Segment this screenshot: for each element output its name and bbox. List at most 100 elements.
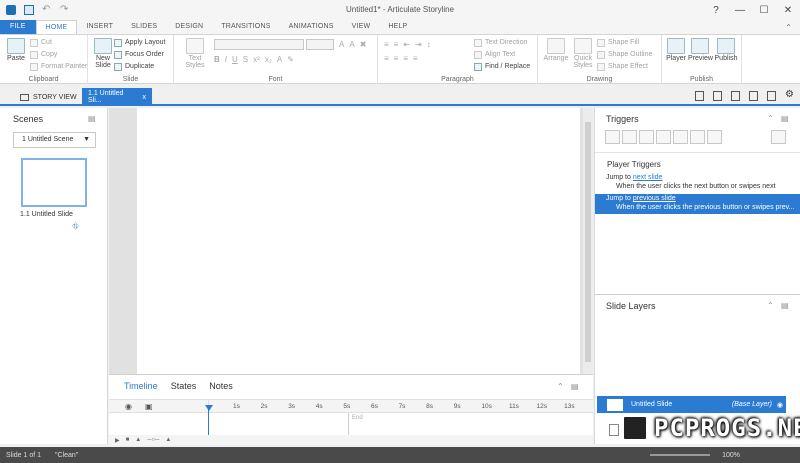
story-view-tab[interactable]: STORY VIEW [14,88,83,106]
superscript-icon[interactable]: x² [253,55,260,64]
tab-file[interactable]: FILE [0,20,36,34]
trigger-settings-icon[interactable] [771,130,786,144]
zoom-out-icon[interactable]: ▲ [135,437,141,443]
tab-home[interactable]: HOME [35,20,78,34]
shape-fill-button[interactable]: Shape Fill [597,37,639,48]
trigger-target-link[interactable]: previous slide [633,195,676,202]
shape-outline-button[interactable]: Shape Outline [597,49,652,60]
slide-tab[interactable]: 1.1 Untitled Sli... x [82,88,152,106]
bold-icon[interactable]: B [214,55,220,64]
quick-styles-button[interactable]: Quick Styles [570,38,596,69]
undo-icon[interactable] [42,5,52,15]
underline-icon[interactable]: U [232,55,238,64]
line-spacing-icon[interactable]: ↕ [427,40,431,49]
tab-transitions[interactable]: TRANSITIONS [212,20,279,34]
italic-icon[interactable]: I [225,55,227,64]
arrange-button[interactable]: Arrange [542,38,570,62]
phone-icon[interactable] [767,91,776,101]
publish-button[interactable]: Publish [713,38,739,62]
cut-button[interactable]: Cut [30,37,52,48]
clear-format-icon[interactable]: ✖ [360,40,367,49]
move-up-icon[interactable] [690,130,705,144]
align-text-button[interactable]: Align Text [474,49,515,60]
shape-effect-button[interactable]: Shape Effect [597,61,648,72]
move-down-icon[interactable] [707,130,722,144]
zoom-in-icon[interactable]: ▲ [165,437,171,443]
pin-panel-icon[interactable]: ▤ [88,114,96,123]
zoom-slider-track[interactable] [650,454,710,456]
tab-notes[interactable]: Notes [209,381,233,391]
new-slide-button[interactable]: New Slide [91,38,115,69]
visibility-eye-icon[interactable]: ◉ [777,401,783,409]
tab-animations[interactable]: ANIMATIONS [280,20,343,34]
format-painter-button[interactable]: Format Painter [30,61,87,72]
zoom-slider[interactable]: ─○─ [147,437,159,443]
close-button[interactable]: ✕ [776,0,800,20]
delete-trigger-icon[interactable] [673,130,688,144]
font-size-dropdown[interactable] [306,39,334,50]
minimize-button[interactable]: — [728,0,752,20]
paste-button[interactable]: Paste [4,38,28,62]
find-replace-button[interactable]: Find / Replace [474,61,530,72]
tab-view[interactable]: VIEW [343,20,380,34]
copy-trigger-icon[interactable] [639,130,654,144]
timeline-end-marker[interactable] [348,413,349,435]
align-left-icon[interactable]: ≡ [384,54,389,63]
player-button[interactable]: Player [664,38,688,62]
highlight-icon[interactable]: ✎ [287,55,294,64]
zoom-level[interactable]: 100% [722,452,740,459]
font-family-dropdown[interactable] [214,39,304,50]
paste-trigger-icon[interactable] [656,130,671,144]
apply-layout-button[interactable]: Apply Layout [114,37,165,48]
pin-layers-icon[interactable]: ▤ [781,301,789,310]
font-color-icon[interactable]: A [277,55,282,64]
scrollbar-thumb[interactable] [585,122,591,362]
grow-font-icon[interactable]: A [339,40,344,49]
stop-icon[interactable]: ■ [126,437,130,443]
focus-order-button[interactable]: Focus Order [114,49,164,60]
slide-thumbnail[interactable] [21,158,87,207]
align-right-icon[interactable]: ≡ [403,54,408,63]
duplicate-button[interactable]: Duplicate [114,61,154,72]
tab-help[interactable]: HELP [379,20,416,34]
align-center-icon[interactable]: ≡ [394,54,399,63]
panel-divider[interactable] [595,294,800,295]
shrink-font-icon[interactable]: A [349,40,354,49]
new-trigger-icon[interactable] [605,130,620,144]
tab-design[interactable]: DESIGN [166,20,212,34]
save-icon[interactable] [24,5,34,15]
gear-icon[interactable]: ⚙ [785,90,794,101]
desktop-icon[interactable] [695,91,704,101]
tab-states[interactable]: States [171,381,197,391]
slide-canvas[interactable] [137,108,580,374]
tab-insert[interactable]: INSERT [77,20,122,34]
collapse-layers-icon[interactable]: ⌃ [767,301,774,310]
pin-timeline-icon[interactable]: ▤ [571,382,579,391]
pin-triggers-icon[interactable]: ▤ [781,114,789,123]
numbering-icon[interactable]: ≡ [394,40,399,49]
close-tab-icon[interactable]: x [143,94,147,101]
laptop-icon[interactable] [713,91,722,101]
collapse-triggers-icon[interactable]: ⌃ [767,114,774,123]
increase-indent-icon[interactable]: ⇥ [415,40,422,49]
tab-timeline[interactable]: Timeline [124,381,158,391]
collapse-timeline-icon[interactable]: ⌃ [557,382,564,391]
redo-icon[interactable] [60,5,70,15]
scene-dropdown[interactable]: 1 Untitled Scene ▼ [13,132,96,148]
bullets-icon[interactable]: ≡ [384,40,389,49]
trigger-item-selected[interactable]: Jump to previous slide When the user cli… [595,194,800,214]
trigger-target-link[interactable]: next slide [633,174,663,181]
trigger-item[interactable]: Jump to next slide When the user clicks … [595,173,800,193]
tablet-landscape-icon[interactable] [749,91,758,101]
canvas-scrollbar[interactable] [583,108,593,374]
new-layer-icon[interactable] [609,424,619,436]
text-styles-button[interactable]: Text Styles [180,38,210,69]
justify-icon[interactable]: ≡ [413,54,418,63]
help-button[interactable]: ? [704,0,728,20]
copy-button[interactable]: Copy [30,49,57,60]
tab-slides[interactable]: SLIDES [122,20,166,34]
base-layer-row[interactable]: Untitled Slide (Base Layer) ◉ [597,396,786,413]
tablet-portrait-icon[interactable] [731,91,740,101]
text-direction-button[interactable]: Text Direction [474,37,527,48]
edit-trigger-icon[interactable] [622,130,637,144]
